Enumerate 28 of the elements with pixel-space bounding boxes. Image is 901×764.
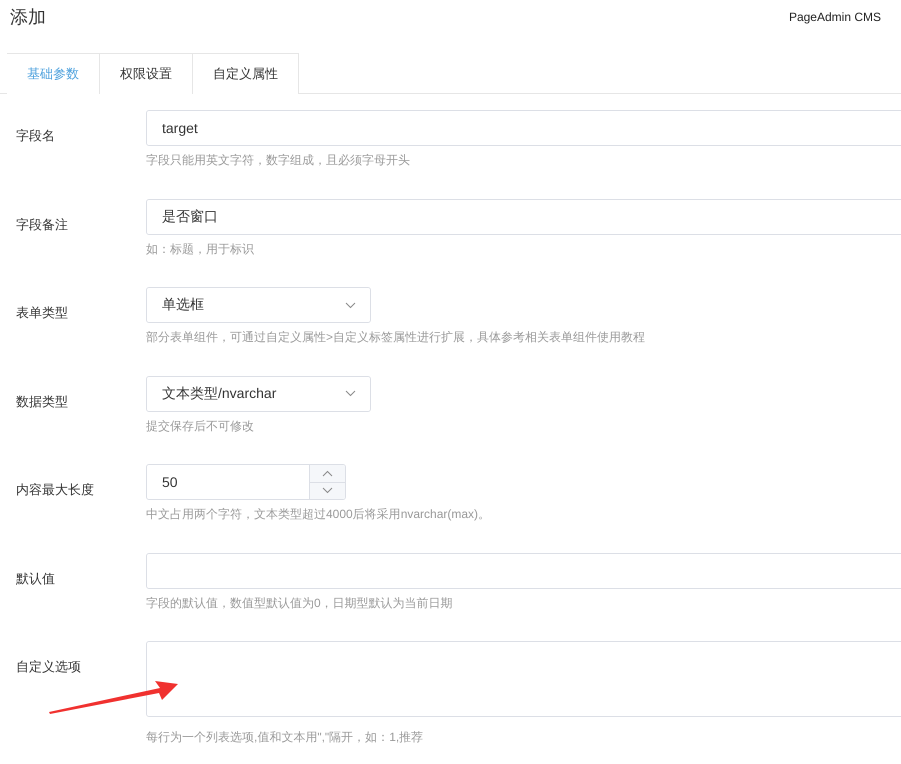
hint-text: 提交保存后不可修改	[146, 418, 255, 434]
field-label: 默认值	[15, 570, 56, 588]
dropdown-chevron-icon	[345, 302, 356, 308]
hint-text: 中文占用两个字符，文本类型超过4000后将采用nvarchar(max)。	[146, 506, 492, 523]
tab[interactable]: 权限设置	[100, 53, 193, 94]
tab[interactable]: 自定义属性	[193, 53, 299, 94]
field-label: 内容最大长度	[15, 481, 95, 499]
increment-icon[interactable]	[322, 470, 333, 477]
field-label: 表单类型	[15, 304, 69, 322]
number-field[interactable]: 50	[146, 464, 346, 500]
hint-text: 字段的默认值，数值型默认值为0，日期型默认为当前日期	[146, 594, 454, 612]
dropdown-chevron-icon	[345, 390, 356, 397]
input-field[interactable]: 是否窗口	[146, 198, 901, 234]
select-field[interactable]: 文本类型/nvarchar	[146, 376, 371, 412]
hint-text: 部分表单组件，可通过自定义属性>自定义标签属性进行扩展，具体参考相关表单组件使用教程	[146, 329, 646, 346]
hint-text: 如：标题，用于标识	[146, 240, 255, 258]
field-label: 数据类型	[15, 392, 69, 410]
field-label: 字段备注	[15, 216, 69, 234]
field-label: 字段名	[15, 127, 56, 145]
hint-text: 字段只能用英文字符，数字组成，且必须字母开头	[146, 152, 411, 169]
hint-text: 每行为一个列表选项,值和文本用","隔开，如：1,推荐	[146, 729, 424, 746]
brand-label: PageAdmin CMS	[788, 10, 881, 24]
page-title: 添加	[10, 6, 46, 29]
decrement-icon[interactable]	[322, 487, 333, 494]
input-field[interactable]: target	[146, 110, 901, 146]
field-label: 自定义选项	[15, 658, 82, 676]
input-field[interactable]	[146, 552, 901, 588]
select-field[interactable]: 单选框	[146, 287, 371, 323]
